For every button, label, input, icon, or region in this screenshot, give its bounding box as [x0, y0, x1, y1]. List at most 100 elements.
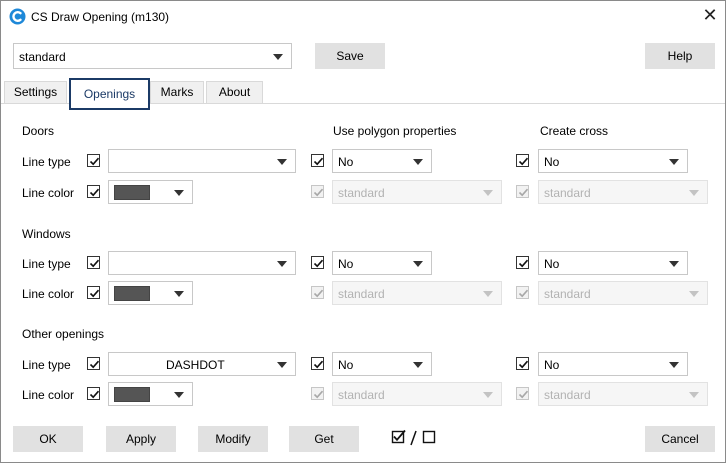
- windows-cross-sub-value: standard: [544, 287, 591, 301]
- other-line-type-label: Line type: [22, 358, 71, 372]
- doors-cross-checkbox[interactable]: [516, 154, 529, 167]
- color-swatch: [114, 286, 150, 301]
- windows-polygon-value: No: [338, 257, 354, 271]
- chevron-down-icon: [413, 261, 423, 267]
- checkmark-icon: [518, 289, 529, 298]
- checkmark-icon: [313, 390, 324, 399]
- windows-line-type-checkbox[interactable]: [87, 256, 100, 269]
- chevron-down-icon: [483, 190, 493, 196]
- chevron-down-icon: [273, 54, 283, 60]
- doors-line-color-checkbox[interactable]: [87, 185, 100, 198]
- doors-polygon-value: No: [338, 155, 354, 169]
- toggle-all-checkboxes-icon[interactable]: [391, 429, 439, 447]
- doors-section-title: Doors: [22, 124, 55, 138]
- other-polygon-sub-select: standard: [332, 382, 502, 406]
- checkmark-icon: [89, 157, 100, 166]
- doors-line-color-select[interactable]: [108, 180, 193, 204]
- doors-line-color-label: Line color: [22, 186, 75, 200]
- tab-settings[interactable]: Settings: [4, 81, 67, 104]
- cancel-button[interactable]: Cancel: [645, 426, 715, 452]
- windows-polygon-checkbox[interactable]: [311, 256, 324, 269]
- checkmark-icon: [313, 188, 324, 197]
- create-cross-header: Create cross: [540, 124, 609, 138]
- tab-openings[interactable]: Openings: [69, 78, 150, 110]
- chevron-down-icon: [174, 291, 184, 297]
- doors-cross-value: No: [544, 155, 560, 169]
- chevron-down-icon: [669, 362, 679, 368]
- windows-polygon-sub-checkbox: [311, 286, 324, 299]
- windows-polygon-sub-value: standard: [338, 287, 385, 301]
- help-button[interactable]: Help: [645, 43, 715, 69]
- tab-marks[interactable]: Marks: [150, 81, 204, 104]
- windows-section-title: Windows: [22, 227, 71, 241]
- use-polygon-header: Use polygon properties: [333, 124, 457, 138]
- doors-line-type-checkbox[interactable]: [87, 154, 100, 167]
- doors-polygon-checkbox[interactable]: [311, 154, 324, 167]
- apply-button[interactable]: Apply: [106, 426, 176, 452]
- other-cross-sub-checkbox: [516, 387, 529, 400]
- modify-button[interactable]: Modify: [198, 426, 268, 452]
- other-cross-sub-value: standard: [544, 388, 591, 402]
- windows-cross-sub-select: standard: [538, 281, 708, 305]
- checkmark-icon: [89, 289, 100, 298]
- chevron-down-icon: [174, 190, 184, 196]
- windows-cross-checkbox[interactable]: [516, 256, 529, 269]
- doors-cross-sub-checkbox: [516, 185, 529, 198]
- other-line-color-label: Line color: [22, 388, 75, 402]
- windows-cross-value: No: [544, 257, 560, 271]
- ok-button[interactable]: OK: [13, 426, 83, 452]
- checkmark-icon: [89, 390, 100, 399]
- windows-line-color-label: Line color: [22, 287, 75, 301]
- checkmark-icon: [518, 360, 529, 369]
- preset-select[interactable]: standard: [13, 43, 292, 69]
- save-button[interactable]: Save: [315, 43, 385, 69]
- dialog-window: CS Draw Opening (m130) ✕ standard Save H…: [0, 0, 726, 463]
- other-line-type-text: DASHDOT: [166, 358, 225, 372]
- checkmark-icon: [313, 360, 324, 369]
- chevron-down-icon: [669, 159, 679, 165]
- doors-cross-sub-value: standard: [544, 186, 591, 200]
- tab-about[interactable]: About: [206, 81, 263, 104]
- other-line-type-checkbox[interactable]: [87, 357, 100, 370]
- doors-polygon-sub-value: standard: [338, 186, 385, 200]
- other-cross-select[interactable]: No: [538, 352, 688, 376]
- other-polygon-sub-checkbox: [311, 387, 324, 400]
- window-title: CS Draw Opening (m130): [31, 10, 170, 24]
- chevron-down-icon: [413, 159, 423, 165]
- windows-line-color-checkbox[interactable]: [87, 286, 100, 299]
- other-cross-checkbox[interactable]: [516, 357, 529, 370]
- other-polygon-select[interactable]: No: [332, 352, 432, 376]
- other-polygon-value: No: [338, 358, 354, 372]
- windows-line-type-select[interactable]: [108, 251, 296, 275]
- other-polygon-checkbox[interactable]: [311, 357, 324, 370]
- windows-polygon-select[interactable]: No: [332, 251, 432, 275]
- doors-line-type-select[interactable]: [108, 149, 296, 173]
- doors-polygon-sub-select: standard: [332, 180, 502, 204]
- other-line-color-select[interactable]: [108, 382, 193, 406]
- doors-polygon-select[interactable]: No: [332, 149, 432, 173]
- doors-polygon-sub-checkbox: [311, 185, 324, 198]
- chevron-down-icon: [689, 392, 699, 398]
- chevron-down-icon: [174, 392, 184, 398]
- checkmark-icon: [89, 259, 100, 268]
- checkmark-icon: [518, 157, 529, 166]
- other-line-type-select[interactable]: DASHDOT: [108, 352, 296, 376]
- windows-line-color-select[interactable]: [108, 281, 193, 305]
- other-polygon-sub-value: standard: [338, 388, 385, 402]
- other-line-color-checkbox[interactable]: [87, 387, 100, 400]
- doors-line-type-label: Line type: [22, 155, 71, 169]
- doors-cross-select[interactable]: No: [538, 149, 688, 173]
- preset-select-value: standard: [19, 50, 66, 64]
- checkmark-icon: [518, 259, 529, 268]
- chevron-down-icon: [277, 362, 287, 368]
- other-cross-value: No: [544, 358, 560, 372]
- other-openings-section-title: Other openings: [22, 327, 105, 341]
- close-icon[interactable]: ✕: [695, 3, 725, 29]
- windows-line-type-label: Line type: [22, 257, 71, 271]
- get-button[interactable]: Get: [289, 426, 359, 452]
- app-logo-icon: [9, 8, 26, 25]
- windows-cross-select[interactable]: No: [538, 251, 688, 275]
- checkmark-icon: [313, 259, 324, 268]
- checkmark-icon: [313, 157, 324, 166]
- color-swatch: [114, 185, 150, 200]
